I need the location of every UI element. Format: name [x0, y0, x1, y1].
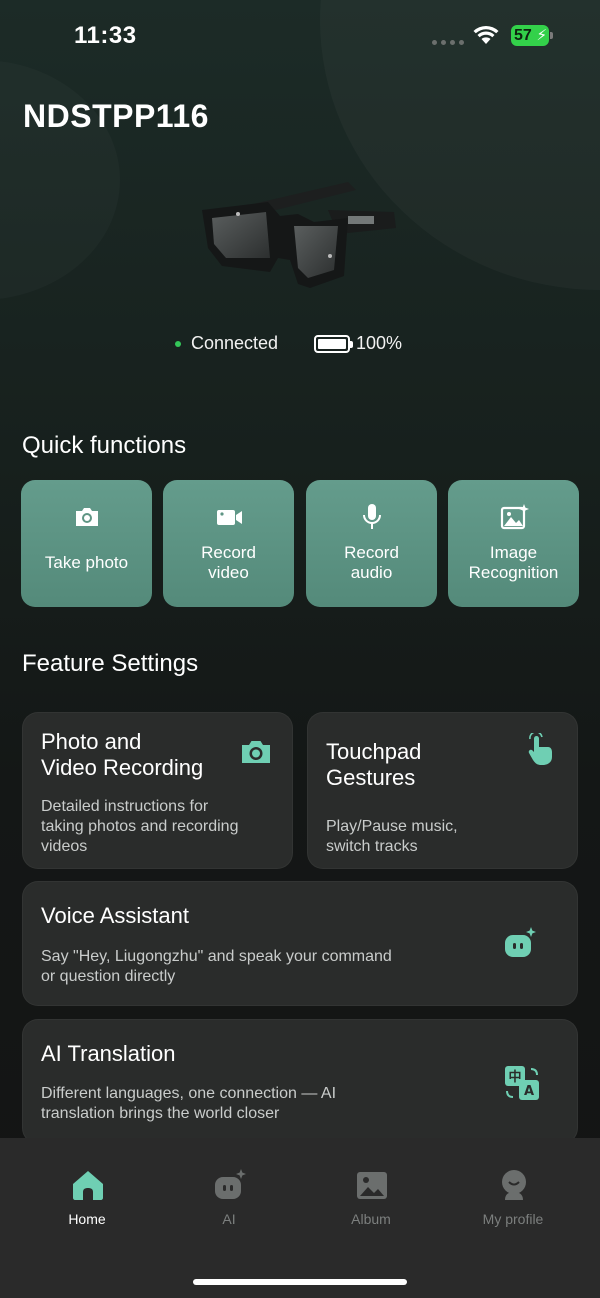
status-battery-icon: 57 ⚡ [511, 25, 549, 46]
tab-ai-label: AI [222, 1211, 236, 1227]
connected-dot-icon [175, 341, 181, 347]
touchpad-gestures-title: Touchpad Gestures [326, 739, 422, 790]
status-bar: 11:33 57 ⚡ [0, 0, 600, 72]
ai-translation-description: Different languages, one connection — AI… [41, 1085, 337, 1122]
smart-glasses-image [202, 182, 396, 288]
status-battery-tip [550, 32, 553, 39]
record-video-label: Record video [201, 543, 256, 582]
home-icon [73, 1171, 103, 1200]
image-recognition-button[interactable]: Image Recognition [448, 480, 579, 607]
touchpad-gestures-description: Play/Pause music, switch tracks [326, 818, 458, 855]
take-photo-button[interactable]: Take photo [21, 480, 152, 607]
photo-video-recording-card[interactable]: Photo and Video Recording Detailed instr… [22, 712, 293, 869]
image-recognition-label: Image Recognition [468, 543, 559, 582]
translate-icon: 中 A [505, 1066, 539, 1100]
voice-assistant-description: Say "Hey, Liugongzhu" and speak your com… [41, 948, 392, 985]
tab-my-profile-label: My profile [482, 1211, 544, 1227]
quick-functions-title: Quick functions [22, 432, 187, 459]
device-battery-level: 100% [356, 333, 403, 353]
cellular-signal-icon [432, 40, 464, 45]
wifi-icon [473, 25, 499, 44]
status-time: 11:33 [74, 22, 137, 49]
tab-home-label: Home [68, 1211, 106, 1227]
video-camera-icon [216, 510, 242, 525]
image-sparkle-icon [500, 504, 529, 530]
hand-tap-icon [528, 733, 552, 765]
tab-bar: Home AI Album My profile [0, 1138, 600, 1298]
photo-video-recording-description: Detailed instructions for taking photos … [41, 798, 239, 855]
photo-video-recording-title: Photo and Video Recording [41, 729, 204, 780]
take-photo-label: Take photo [44, 553, 129, 572]
feature-settings-title: Feature Settings [22, 650, 199, 677]
microphone-icon [362, 504, 381, 529]
voice-assistant-title: Voice Assistant [41, 903, 189, 928]
device-battery-icon [314, 335, 353, 353]
album-icon [357, 1172, 387, 1199]
profile-icon [502, 1170, 526, 1200]
ai-bot-icon [505, 927, 536, 957]
ai-translation-title: AI Translation [41, 1041, 176, 1066]
camera-icon [75, 508, 98, 526]
record-video-button[interactable]: Record video [163, 480, 294, 607]
tab-ai[interactable]: AI [169, 1164, 289, 1234]
record-audio-label: Record audio [344, 543, 399, 582]
quick-functions-row: Take photo Record video Record audio Ima… [21, 480, 579, 607]
connection-status: Connected [191, 333, 279, 353]
touchpad-gestures-card[interactable]: Touchpad Gestures Play/Pause music, swit… [307, 712, 578, 869]
tab-album[interactable]: Album [311, 1164, 431, 1234]
tab-my-profile[interactable]: My profile [453, 1164, 573, 1234]
record-audio-button[interactable]: Record audio [306, 480, 437, 607]
device-name: NDSTPP116 [23, 98, 209, 134]
tab-album-label: Album [351, 1211, 391, 1227]
svg-text:A: A [524, 1084, 534, 1099]
device-status-row: Connected 100% [0, 332, 600, 356]
home-indicator[interactable] [193, 1279, 407, 1285]
status-battery-level: 57 [514, 27, 532, 44]
ai-translation-card[interactable]: AI Translation Different languages, one … [22, 1019, 578, 1144]
camera-icon [242, 741, 270, 763]
ai-bot-icon [215, 1169, 246, 1199]
voice-assistant-card[interactable]: Voice Assistant Say "Hey, Liugongzhu" an… [22, 881, 578, 1006]
tab-home[interactable]: Home [27, 1164, 147, 1234]
